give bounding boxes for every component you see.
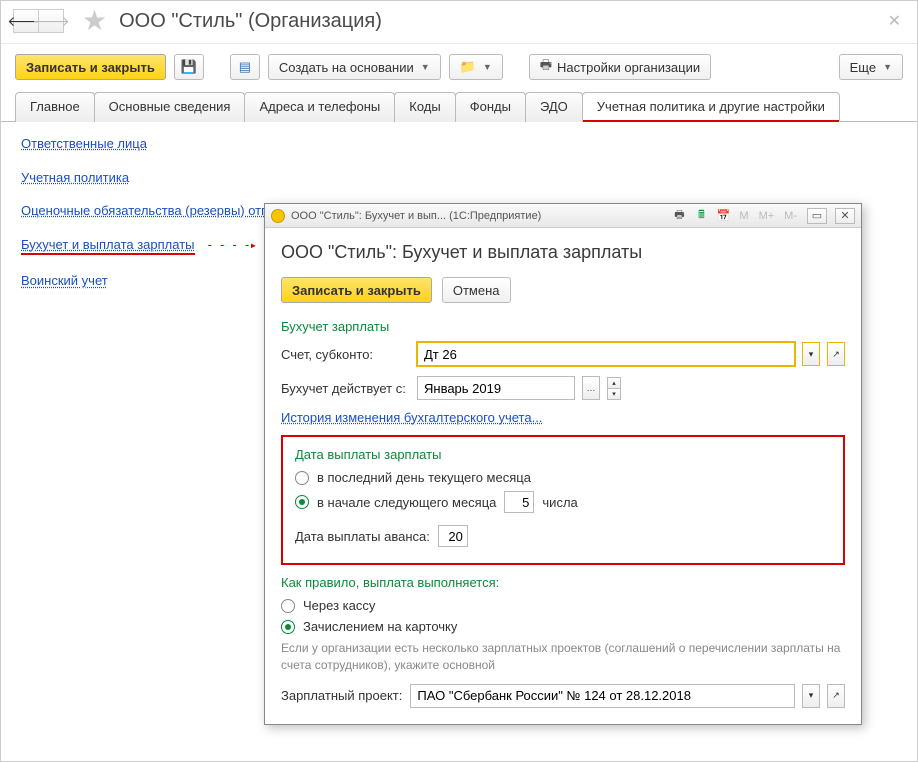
- minimize-button[interactable]: ▭: [807, 208, 827, 224]
- link-military[interactable]: Воинский учет: [21, 273, 108, 289]
- section-paydate-label: Дата выплаты зарплаты: [295, 447, 831, 462]
- payroll-project-hint: Если у организации есть несколько зарпла…: [281, 640, 845, 674]
- calendar-icon[interactable]: 📅: [715, 208, 731, 224]
- row-effective-from: Бухучет действует с: … ▴ ▾: [281, 376, 845, 400]
- header: 🡐 🡒 ★ ООО "Стиль" (Организация) ✕: [1, 1, 917, 44]
- tab-basic-info[interactable]: Основные сведения: [94, 92, 246, 122]
- popup-payroll-accounting: ООО "Стиль": Бухучет и вып... (1С:Предпр…: [264, 203, 862, 725]
- link-responsible[interactable]: Ответственные лица: [21, 136, 147, 152]
- project-label: Зарплатный проект:: [281, 688, 402, 703]
- link-payroll-accounting[interactable]: Бухучет и выплата зарплаты: [21, 237, 195, 256]
- radio-cash-label: Через кассу: [303, 598, 375, 613]
- chevron-down-icon: ▼: [483, 62, 492, 72]
- calculator-icon[interactable]: 🖩: [693, 208, 709, 224]
- row-project: Зарплатный проект: ▾ ↗: [281, 684, 845, 708]
- chevron-down-icon: ▼: [421, 62, 430, 72]
- org-settings-label: Настройки организации: [557, 60, 700, 75]
- printer-icon: 🖶: [540, 56, 552, 78]
- effective-label: Бухучет действует с:: [281, 381, 409, 396]
- org-settings-button[interactable]: 🖶 Настройки организации: [529, 54, 711, 80]
- main-window: 🡐 🡒 ★ ООО "Стиль" (Организация) ✕ Записа…: [0, 0, 918, 762]
- nav-forward-button[interactable]: 🡒: [38, 9, 64, 33]
- popup-body: ООО "Стиль": Бухучет и выплата зарплаты …: [265, 228, 861, 730]
- print-icon[interactable]: 🖶: [671, 208, 687, 224]
- save-and-close-button[interactable]: Записать и закрыть: [15, 54, 166, 80]
- section-accounting-label: Бухучет зарплаты: [281, 319, 845, 334]
- project-dropdown-button[interactable]: ▾: [802, 684, 820, 708]
- pay-date-box: Дата выплаты зарплаты в последний день т…: [281, 435, 845, 565]
- link-reserves[interactable]: Оценочные обязательства (резервы) отпуск…: [21, 203, 301, 219]
- chevron-down-icon: ▼: [883, 62, 892, 72]
- advance-day-input[interactable]: [438, 525, 468, 547]
- page-title: ООО "Стиль" (Организация): [119, 10, 382, 33]
- popup-heading: ООО "Стиль": Бухучет и выплата зарплаты: [281, 242, 845, 263]
- tab-funds[interactable]: Фонды: [455, 92, 526, 122]
- annotation-arrow-icon: - - - -▸: [206, 238, 256, 252]
- m-icon[interactable]: M: [737, 210, 750, 222]
- project-input[interactable]: [410, 684, 795, 708]
- radio-cash[interactable]: [281, 599, 295, 613]
- project-open-button[interactable]: ↗: [827, 684, 845, 708]
- m-minus-icon[interactable]: M-: [782, 210, 799, 222]
- app-1c-icon: [271, 209, 285, 223]
- tab-codes[interactable]: Коды: [394, 92, 455, 122]
- create-based-on-button[interactable]: Создать на основании ▼: [268, 54, 441, 80]
- row-account: Счет, субконто: ▾ ↗: [281, 342, 845, 366]
- m-plus-icon[interactable]: M+: [757, 210, 777, 222]
- tab-accounting-policy[interactable]: Учетная политика и другие настройки: [582, 92, 840, 122]
- popup-save-close-button[interactable]: Записать и закрыть: [281, 277, 432, 303]
- advance-label: Дата выплаты аванса:: [295, 529, 430, 544]
- radio-card-label: Зачислением на карточку: [303, 619, 457, 634]
- account-label: Счет, субконто:: [281, 347, 409, 362]
- payday-number-input[interactable]: [504, 491, 534, 513]
- popup-titlebar: ООО "Стиль": Бухучет и вып... (1С:Предпр…: [265, 204, 861, 228]
- save-button[interactable]: 💾: [174, 54, 204, 80]
- advance-row: Дата выплаты аванса:: [295, 525, 831, 547]
- more-button[interactable]: Еще ▼: [839, 54, 903, 80]
- radio-next-month-label-b: числа: [542, 495, 577, 510]
- account-input[interactable]: [417, 342, 795, 366]
- effective-down-button[interactable]: ▾: [607, 388, 621, 400]
- history-link[interactable]: История изменения бухгалтерского учета..…: [281, 410, 542, 425]
- radio-last-day-label: в последний день текущего месяца: [317, 470, 531, 485]
- popup-cancel-button[interactable]: Отмена: [442, 277, 511, 303]
- effective-spinner: ▴ ▾: [607, 377, 621, 400]
- radio-cash-row[interactable]: Через кассу: [281, 598, 845, 613]
- tab-addresses[interactable]: Адреса и телефоны: [244, 92, 395, 122]
- account-dropdown-button[interactable]: ▾: [802, 342, 820, 366]
- tab-main[interactable]: Главное: [15, 92, 95, 122]
- radio-card[interactable]: [281, 620, 295, 634]
- radio-next-month-label-a: в начале следующего месяца: [317, 495, 496, 510]
- effective-select-button[interactable]: …: [582, 376, 600, 400]
- radio-next-month[interactable]: [295, 495, 309, 509]
- radio-last-day-row[interactable]: в последний день текущего месяца: [295, 470, 831, 485]
- popup-toolbar: Записать и закрыть Отмена: [281, 277, 845, 303]
- tabs: Главное Основные сведения Адреса и телеф…: [1, 92, 917, 122]
- radio-next-month-row[interactable]: в начале следующего месяца числа: [295, 491, 831, 513]
- attach-button[interactable]: 📁 ▼: [449, 54, 503, 80]
- create-based-on-label: Создать на основании: [279, 60, 414, 75]
- link-accounting-policy[interactable]: Учетная политика: [21, 170, 129, 186]
- popup-titlebar-text: ООО "Стиль": Бухучет и вып... (1С:Предпр…: [291, 210, 665, 222]
- toolbar: Записать и закрыть 💾 ▤ Создать на основа…: [1, 44, 917, 92]
- report-button[interactable]: ▤: [230, 54, 260, 80]
- account-open-button[interactable]: ↗: [827, 342, 845, 366]
- popup-close-button[interactable]: ✕: [835, 208, 855, 224]
- more-label: Еще: [850, 60, 876, 75]
- close-icon[interactable]: ✕: [884, 11, 905, 31]
- section-payment-method-label: Как правило, выплата выполняется:: [281, 575, 845, 590]
- radio-card-row[interactable]: Зачислением на карточку: [281, 619, 845, 634]
- effective-input[interactable]: [417, 376, 575, 400]
- folder-icon: 📁: [460, 59, 476, 75]
- tab-edo[interactable]: ЭДО: [525, 92, 583, 122]
- radio-last-day[interactable]: [295, 471, 309, 485]
- favorite-star-icon[interactable]: ★: [82, 7, 107, 35]
